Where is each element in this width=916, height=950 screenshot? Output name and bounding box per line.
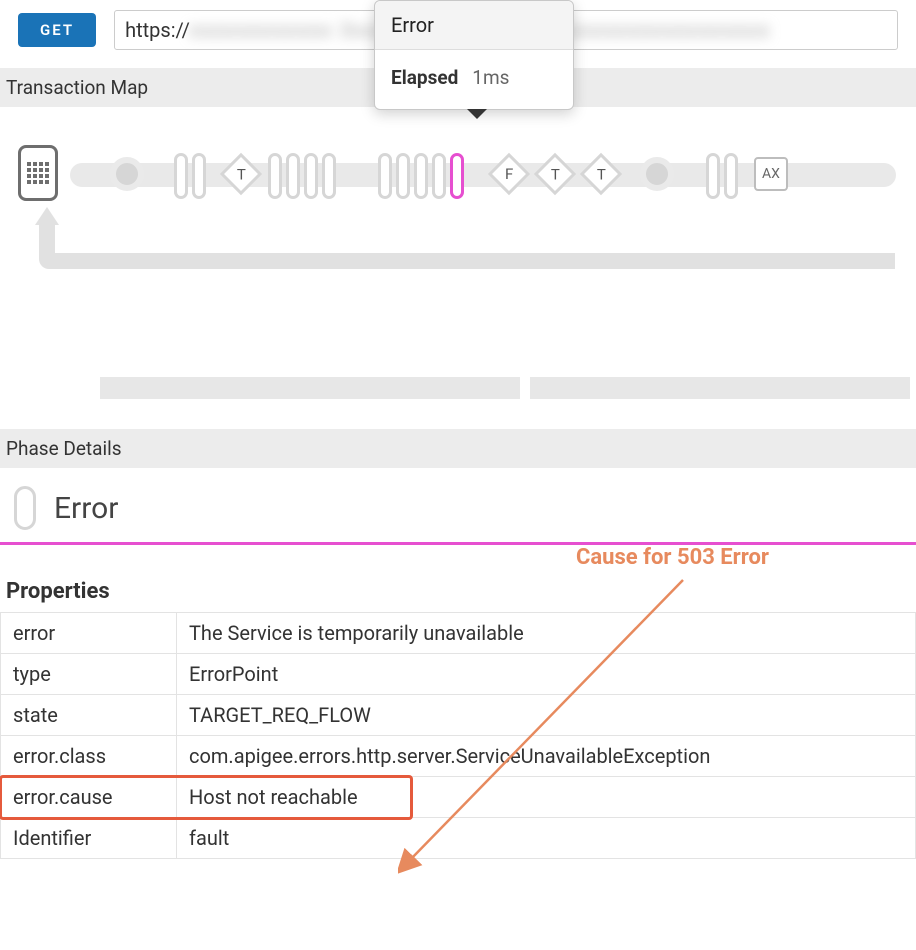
segment-bars xyxy=(0,377,916,429)
tooltip-elapsed-label: Elapsed xyxy=(391,66,458,89)
tooltip-elapsed-value: 1ms xyxy=(472,66,509,89)
property-key: type xyxy=(1,654,177,695)
step-tooltip: Error Elapsed 1ms xyxy=(374,0,574,110)
table-row: stateTARGET_REQ_FLOW xyxy=(1,695,916,736)
table-row: error.causeHost not reachable xyxy=(1,777,916,818)
flow-pill-group-4[interactable] xyxy=(706,153,738,199)
tooltip-title: Error xyxy=(375,1,573,50)
property-value: The Service is temporarily unavailable xyxy=(177,613,916,654)
phase-title-row: Error xyxy=(0,468,916,545)
property-key: error.cause xyxy=(1,777,177,818)
tooltip-pointer-icon xyxy=(467,109,487,119)
flow-diamond-4[interactable]: T xyxy=(580,153,622,195)
flow-pill-group-3[interactable] xyxy=(378,153,464,199)
flow-pill-group-1[interactable] xyxy=(174,153,206,199)
table-row: typeErrorPoint xyxy=(1,654,916,695)
property-key: Identifier xyxy=(1,818,177,859)
annotation-label: Cause for 503 Error xyxy=(576,545,769,570)
phase-details-header: Phase Details xyxy=(0,429,916,468)
property-value: TARGET_REQ_FLOW xyxy=(177,695,916,736)
selected-error-step[interactable] xyxy=(450,153,464,199)
table-row: Identifierfault xyxy=(1,818,916,859)
property-value: com.apigee.errors.http.server.ServiceUna… xyxy=(177,736,916,777)
segment-bar-response[interactable] xyxy=(530,377,910,399)
flow-diamond-2[interactable]: F xyxy=(488,153,530,195)
properties-heading: Properties xyxy=(0,545,916,612)
flow-target-box[interactable]: AX xyxy=(754,157,788,191)
property-value: Host not reachable xyxy=(177,777,916,818)
url-prefix: https:// xyxy=(125,18,190,42)
transaction-map: T F T T AX xyxy=(0,107,916,297)
flow-pill-group-2[interactable] xyxy=(268,153,336,199)
segment-bar-request[interactable] xyxy=(100,377,520,399)
property-key: error.class xyxy=(1,736,177,777)
property-value: fault xyxy=(177,818,916,859)
phase-step-icon xyxy=(14,486,36,530)
phase-title: Error xyxy=(54,491,118,526)
flow-diamond-3[interactable]: T xyxy=(534,153,576,195)
return-flow-arrow xyxy=(25,207,895,277)
property-key: error xyxy=(1,613,177,654)
flow-diamond-1[interactable]: T xyxy=(220,153,262,195)
table-row: error.classcom.apigee.errors.http.server… xyxy=(1,736,916,777)
property-value: ErrorPoint xyxy=(177,654,916,695)
flow-endpoint-circle-2[interactable] xyxy=(640,157,674,191)
table-row: errorThe Service is temporarily unavaila… xyxy=(1,613,916,654)
property-key: state xyxy=(1,695,177,736)
flow-endpoint-circle[interactable] xyxy=(110,157,144,191)
properties-table: errorThe Service is temporarily unavaila… xyxy=(0,612,916,859)
http-method-badge: GET xyxy=(18,13,96,47)
client-device-icon xyxy=(18,145,58,201)
